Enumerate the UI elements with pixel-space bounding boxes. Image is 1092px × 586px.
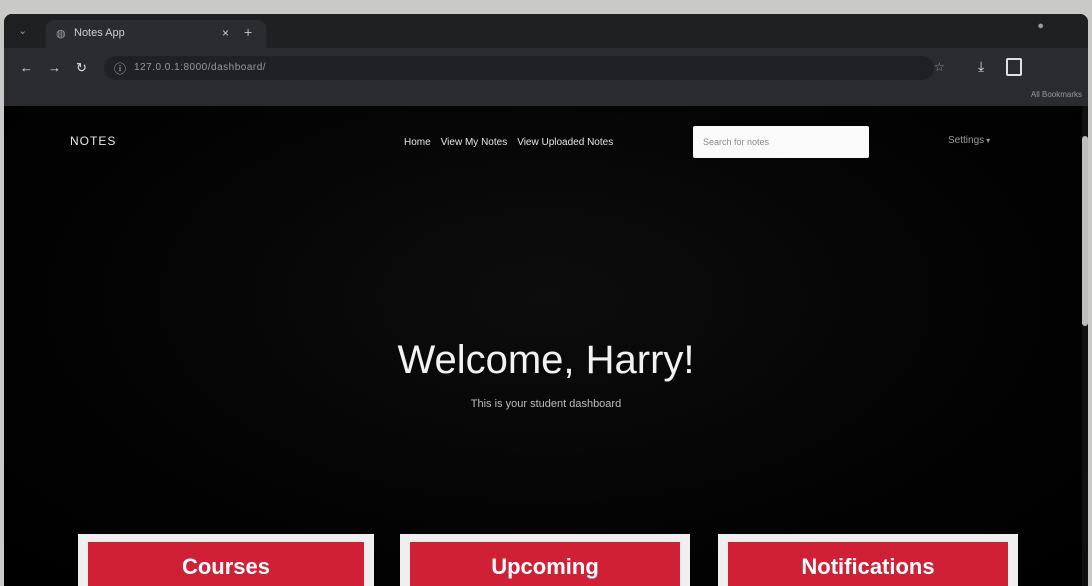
caret-down-icon: ▾: [986, 136, 991, 145]
upcoming-card[interactable]: Upcoming: [400, 534, 690, 586]
globe-icon: ◍: [56, 28, 66, 40]
notifications-card-title: Notifications: [801, 554, 935, 579]
upcoming-card-header: Upcoming: [410, 542, 680, 586]
forward-icon[interactable]: →: [48, 60, 61, 75]
download-icon[interactable]: ⤓: [978, 58, 984, 75]
window-control-icon[interactable]: ●: [1037, 20, 1044, 32]
settings-dropdown[interactable]: Settings ▾: [948, 135, 990, 146]
scrollbar-thumb[interactable]: [1082, 136, 1088, 326]
tab-title: Notes App: [74, 27, 125, 39]
all-bookmarks-button[interactable]: All Bookmarks: [1031, 90, 1082, 99]
new-tab-icon[interactable]: +: [244, 24, 252, 40]
notifications-card-header: Notifications: [728, 542, 1008, 586]
monitor-screen: ⌄ ◍ Notes App × + ● ← → ↻ ⓘ 127.0.0.1:80…: [4, 14, 1088, 586]
browser-tab[interactable]: ◍ Notes App ×: [46, 20, 266, 48]
courses-card[interactable]: Courses: [78, 534, 374, 586]
back-icon[interactable]: ←: [20, 60, 33, 75]
url-text: 127.0.0.1:8000/dashboard/: [134, 62, 267, 73]
settings-label: Settings: [948, 135, 985, 146]
tab-search-icon[interactable]: ⌄: [18, 24, 27, 37]
nav-link-view-my-notes[interactable]: View My Notes: [441, 137, 508, 148]
brand-logo[interactable]: NOTES: [70, 134, 116, 148]
search-input[interactable]: [693, 126, 869, 158]
browser-tabbar: ⌄ ◍ Notes App × + ●: [4, 14, 1088, 48]
close-tab-icon[interactable]: ×: [222, 26, 229, 40]
star-icon[interactable]: ☆: [934, 60, 945, 74]
photo-frame: ⌄ ◍ Notes App × + ● ← → ↻ ⓘ 127.0.0.1:80…: [0, 0, 1092, 586]
reload-icon[interactable]: ↻: [76, 60, 87, 76]
address-bar[interactable]: ⓘ 127.0.0.1:8000/dashboard/: [104, 56, 934, 80]
site-navbar: NOTES Home View My Notes View Uploaded N…: [4, 106, 1088, 166]
welcome-subtitle: This is your student dashboard: [470, 398, 622, 410]
dashboard-cards: Courses Upcoming Notifications: [4, 534, 1088, 586]
bookmarks-bar: All Bookmarks: [4, 88, 1088, 106]
page-viewport: NOTES Home View My Notes View Uploaded N…: [4, 106, 1088, 586]
site-info-icon[interactable]: ⓘ: [114, 60, 126, 77]
courses-card-header: Courses: [88, 542, 364, 586]
side-panel-icon[interactable]: [1006, 58, 1022, 76]
nav-link-view-uploaded-notes[interactable]: View Uploaded Notes: [517, 137, 613, 148]
browser-toolbar: ← → ↻ ⓘ 127.0.0.1:8000/dashboard/ ☆ ⤓: [4, 48, 1088, 88]
notifications-card[interactable]: Notifications: [718, 534, 1018, 586]
upcoming-card-title: Upcoming: [491, 554, 599, 579]
nav-link-home[interactable]: Home: [404, 137, 431, 148]
courses-card-title: Courses: [181, 554, 271, 579]
nav-links: Home View My Notes View Uploaded Notes: [404, 137, 613, 148]
welcome-heading: Welcome, Harry!: [397, 338, 695, 382]
